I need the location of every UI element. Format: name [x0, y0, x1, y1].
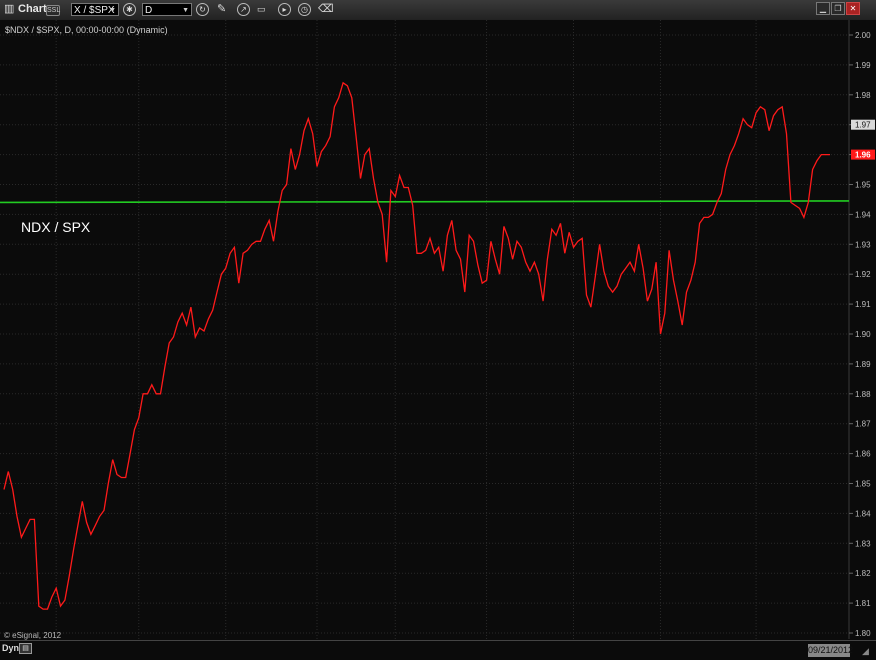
chart-plot: 2.00 1.99 1.98 1.97 1.96 1.95 1.94 1.93 1.92 1.91…: [0, 20, 876, 639]
y-tick-label: 1.83: [855, 539, 871, 548]
last-value-label: 1.96: [855, 151, 871, 160]
copyright: © eSignal, 2012: [4, 631, 62, 640]
interval-dropdown-icon[interactable]: ▼: [182, 4, 189, 17]
y-tick-label: 1.87: [855, 420, 871, 429]
dyn-label: Dyn: [2, 643, 20, 653]
y-tick-label: 1.88: [855, 390, 871, 399]
pencil-icon[interactable]: ✎: [217, 3, 226, 16]
window-title: Chart: [18, 3, 47, 15]
plot-background: [0, 20, 876, 639]
y-tick-label: 1.89: [855, 360, 871, 369]
cursor-date-badge: 09/21/2012: [808, 644, 854, 657]
header-info: $NDX / $SPX, D, 00:00-00:00 (Dynamic): [5, 25, 168, 35]
y-tick-label: 1.84: [855, 509, 871, 518]
cursor-icon[interactable]: ↗: [237, 3, 250, 16]
y-tick-label: 1.98: [855, 91, 871, 100]
time-axis-bar: [0, 640, 876, 660]
interval-value: D: [145, 5, 153, 16]
chart-bars-icon[interactable]: ▥: [4, 3, 14, 16]
y-tick-label: 1.82: [855, 569, 871, 578]
refresh-icon[interactable]: ↻: [196, 3, 209, 16]
dyn-toggle-button[interactable]: ▤: [19, 643, 32, 654]
marker-badge-label: 1.97: [855, 121, 871, 130]
studies-icon[interactable]: ▭: [257, 3, 266, 16]
y-tick-label: 1.81: [855, 599, 871, 608]
link-badge[interactable]: SSL: [46, 5, 60, 16]
y-tick-label: 1.91: [855, 300, 871, 309]
settings-cog-icon[interactable]: ✱: [123, 3, 136, 16]
eraser-icon[interactable]: ⌫: [318, 3, 334, 16]
series-label: NDX / SPX: [21, 219, 91, 235]
close-icon[interactable]: ✕: [846, 2, 860, 15]
y-tick-label: 1.99: [855, 61, 871, 70]
y-tick-label: 1.85: [855, 480, 871, 489]
y-tick-label: 1.90: [855, 330, 871, 339]
y-tick-label: 1.93: [855, 240, 871, 249]
symbol-input[interactable]: X / $SPX ▼: [71, 3, 119, 16]
y-tick-label: 1.95: [855, 181, 871, 190]
resize-grip-icon[interactable]: ◢: [862, 646, 869, 657]
y-tick-label: 1.94: [855, 210, 871, 219]
symbol-dropdown-icon[interactable]: ▼: [109, 4, 116, 17]
y-tick-label: 1.86: [855, 450, 871, 459]
y-tick-label: 2.00: [855, 31, 871, 40]
y-tick-label: 1.92: [855, 270, 871, 279]
minimize-icon[interactable]: ▁: [816, 2, 830, 15]
interval-input[interactable]: D ▼: [142, 3, 192, 16]
y-tick-label: 1.80: [855, 629, 871, 638]
restore-icon[interactable]: ❐: [831, 2, 845, 15]
clock-icon[interactable]: ◷: [298, 3, 311, 16]
play-icon[interactable]: ▸: [278, 3, 291, 16]
